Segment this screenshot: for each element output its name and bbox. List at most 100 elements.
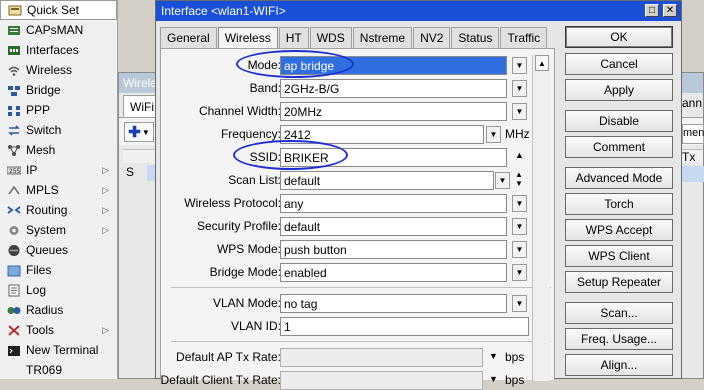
table-column-header[interactable]: Tx P — [682, 150, 704, 178]
section-divider — [171, 341, 551, 342]
torch-button[interactable]: Torch — [565, 193, 673, 215]
band-select[interactable]: 2GHz-B/G — [280, 79, 507, 98]
scan-list-input[interactable]: default — [280, 171, 494, 190]
sidebar-item-interfaces[interactable]: Interfaces — [0, 40, 117, 60]
sidebar-item-ip[interactable]: 255 IP ▷ — [0, 160, 117, 180]
tab-status[interactable]: Status — [451, 27, 500, 48]
frequency-label: Frequency: — [220, 127, 281, 141]
default-client-tx-rate-unit: bps — [505, 373, 525, 387]
sidebar-item-files[interactable]: Files — [0, 260, 117, 280]
ppp-icon — [6, 103, 21, 117]
frequency-row: Frequency: 2412 ▼ MHz — [161, 125, 556, 144]
sidebar-item-label: System — [26, 223, 67, 237]
dialog-titlebar[interactable]: Interface <wlan1-WIFI> □ ✕ — [156, 1, 681, 21]
tab-nstreme[interactable]: Nstreme — [352, 27, 413, 48]
sidebar-item-label: Switch — [26, 123, 62, 137]
channel-width-label: Channel Width: — [198, 104, 281, 118]
sidebar-item-queues[interactable]: Queues — [0, 240, 117, 260]
collapse-arrow-icon[interactable]: ▲ — [515, 150, 524, 160]
default-client-tx-rate-input[interactable] — [280, 371, 483, 390]
tab-ht[interactable]: HT — [278, 27, 309, 48]
comment-button[interactable]: Comment — [565, 136, 673, 158]
frequency-dropdown-button[interactable]: ▼ — [486, 126, 501, 143]
sidebar-item-new-terminal[interactable]: New Terminal — [0, 340, 117, 360]
add-button[interactable]: ✚ ▼ — [124, 122, 154, 142]
channel-width-select[interactable]: 20MHz — [280, 102, 507, 121]
sidebar-item-label: Bridge — [26, 83, 61, 97]
wireless-protocol-dropdown-button[interactable]: ▼ — [512, 195, 527, 212]
mpls-icon — [6, 183, 21, 197]
scan-button[interactable]: Scan... — [565, 302, 673, 324]
mode-select[interactable]: ap bridge — [280, 56, 507, 75]
bridge-mode-dropdown-button[interactable]: ▼ — [512, 264, 527, 281]
default-client-tx-rate-label: Default Client Tx Rate: — [160, 373, 282, 387]
default-ap-tx-rate-unit: bps — [505, 350, 525, 364]
cancel-button[interactable]: Cancel — [565, 53, 673, 75]
sidebar-item-bridge[interactable]: Bridge — [0, 80, 117, 100]
tab-general[interactable]: General — [160, 27, 217, 48]
apply-button[interactable]: Apply — [565, 79, 673, 101]
interfaces-icon — [6, 43, 21, 57]
tab-wds[interactable]: WDS — [309, 27, 352, 48]
vlan-mode-dropdown-button[interactable]: ▼ — [512, 295, 527, 312]
advanced-mode-button[interactable]: Advanced Mode — [565, 167, 673, 189]
restore-window-button[interactable]: □ — [645, 4, 659, 17]
tab-wireless[interactable]: Wireless — [217, 27, 278, 49]
wireless-protocol-select[interactable]: any — [280, 194, 507, 213]
wps-mode-dropdown-button[interactable]: ▼ — [512, 241, 527, 258]
band-dropdown-button[interactable]: ▼ — [512, 80, 527, 97]
setup-repeater-button[interactable]: Setup Repeater — [565, 271, 673, 293]
freq-usage-button[interactable]: Freq. Usage... — [565, 328, 673, 350]
sidebar-item-wireless[interactable]: Wireless — [0, 60, 117, 80]
quick-set-icon — [7, 3, 22, 17]
sidebar-item-quick-set[interactable]: Quick Set — [0, 0, 117, 20]
sidebar-item-mesh[interactable]: Mesh — [0, 140, 117, 160]
tab-traffic[interactable]: Traffic — [500, 27, 548, 48]
sidebar-item-label: New Terminal — [26, 343, 99, 357]
sidebar-item-system[interactable]: System ▷ — [0, 220, 117, 240]
security-profile-select[interactable]: default — [280, 217, 507, 236]
queues-icon — [6, 243, 21, 257]
submenu-arrow-icon: ▷ — [102, 204, 109, 215]
add-remove-arrows-icon[interactable]: ▲ ▼ — [515, 170, 523, 188]
close-window-button[interactable]: ✕ — [663, 4, 677, 17]
bg-window-tab[interactable]: ment — [682, 124, 704, 144]
sidebar-item-routing[interactable]: Routing ▷ — [0, 200, 117, 220]
expand-arrow-icon[interactable]: ▼ — [489, 351, 498, 361]
ssid-label: SSID: — [249, 150, 281, 164]
security-profile-dropdown-button[interactable]: ▼ — [512, 218, 527, 235]
sidebar-item-tools[interactable]: Tools ▷ — [0, 320, 117, 340]
sidebar-item-radius[interactable]: Radius — [0, 300, 117, 320]
ssid-row: SSID: BRIKER ▲ — [161, 148, 556, 167]
expand-arrow-icon[interactable]: ▼ — [489, 374, 498, 384]
align-button[interactable]: Align... — [565, 354, 673, 376]
sidebar-item-ppp[interactable]: PPP — [0, 100, 117, 120]
vlan-id-input[interactable]: 1 — [280, 317, 529, 336]
section-divider — [171, 287, 551, 288]
sidebar-item-log[interactable]: Log — [0, 280, 117, 300]
sidebar-item-tr069[interactable]: TR069 — [0, 360, 117, 380]
gear-icon — [6, 223, 21, 237]
sidebar-item-capsman[interactable]: CAPsMAN — [0, 20, 117, 40]
mode-dropdown-button[interactable]: ▼ — [512, 57, 527, 74]
tab-nv2[interactable]: NV2 — [413, 27, 451, 48]
wps-accept-button[interactable]: WPS Accept — [565, 219, 673, 241]
default-ap-tx-rate-input[interactable] — [280, 348, 483, 367]
scroll-up-button[interactable]: ▲ — [535, 55, 549, 71]
channel-width-dropdown-button[interactable]: ▼ — [512, 103, 527, 120]
disable-button[interactable]: Disable — [565, 110, 673, 132]
ok-button[interactable]: OK — [565, 26, 673, 48]
vertical-scrollbar[interactable]: ▲ — [532, 55, 550, 381]
sidebar-item-switch[interactable]: Switch — [0, 120, 117, 140]
chevron-down-icon: ▼ — [489, 130, 498, 139]
frequency-input[interactable]: 2412 — [280, 125, 484, 144]
sidebar-item-mpls[interactable]: MPLS ▷ — [0, 180, 117, 200]
ssid-input[interactable]: BRIKER — [280, 148, 507, 167]
bridge-mode-select[interactable]: enabled — [280, 263, 507, 282]
vlan-mode-select[interactable]: no tag — [280, 294, 507, 313]
wps-mode-select[interactable]: push button — [280, 240, 507, 259]
sidebar-item-label: Routing — [26, 203, 68, 217]
scan-list-dropdown-button[interactable]: ▼ — [495, 172, 510, 189]
table-row[interactable] — [682, 166, 704, 182]
wps-client-button[interactable]: WPS Client — [565, 245, 673, 267]
